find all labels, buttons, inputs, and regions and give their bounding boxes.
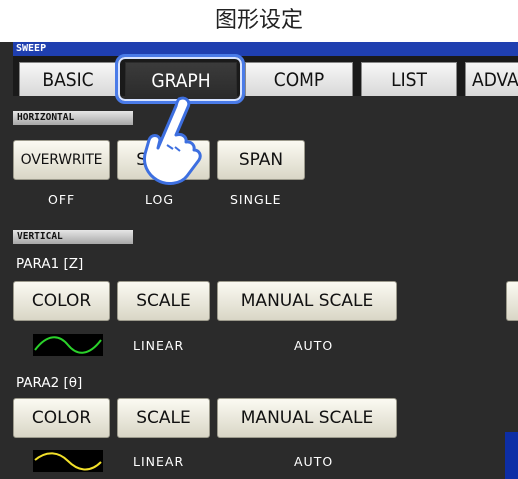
para2-manual-scale-button[interactable]: MANUAL SCALE: [217, 398, 397, 438]
tab-comp[interactable]: COMP: [245, 62, 353, 96]
tab-advanced[interactable]: ADVA: [465, 62, 518, 96]
para2-scale-button[interactable]: SCALE: [117, 398, 210, 438]
instrument-screen: 图形设定 SWEEP BASIC GRAPH COMP LIST ADVA HO…: [0, 0, 518, 479]
horizontal-section-label: HORIZONTAL: [13, 111, 133, 125]
para1-label: PARA1 [Z]: [16, 256, 84, 272]
para1-color-button[interactable]: COLOR: [13, 281, 110, 321]
overwrite-value: OFF: [48, 192, 76, 207]
para2-trace-color-swatch: [33, 450, 103, 472]
mode-label: SWEEP: [13, 42, 518, 56]
tab-list[interactable]: LIST: [361, 62, 457, 96]
para1-manual-scale-button[interactable]: MANUAL SCALE: [217, 281, 397, 321]
tab-basic[interactable]: BASIC: [19, 62, 117, 96]
para1-trace-color-swatch: [33, 334, 103, 356]
para2-color-button[interactable]: COLOR: [13, 398, 110, 438]
para2-label: PARA2 [θ]: [16, 375, 83, 391]
tap-hand-icon: [143, 96, 202, 185]
para1-manual-value: AUTO: [294, 338, 334, 353]
vertical-section-label: VERTICAL: [13, 230, 133, 244]
tab-bar: BASIC GRAPH COMP LIST ADVA: [13, 56, 518, 98]
horizontal-scale-value: LOG: [145, 192, 175, 207]
para1-scale-value: LINEAR: [133, 338, 185, 353]
para2-scale-value: LINEAR: [133, 454, 185, 469]
offscreen-blue-panel: [505, 432, 518, 479]
span-value: SINGLE: [230, 192, 282, 207]
page-caption: 图形设定: [0, 0, 518, 42]
para2-manual-value: AUTO: [294, 454, 334, 469]
span-button[interactable]: SPAN: [217, 140, 305, 180]
para1-scale-button[interactable]: SCALE: [117, 281, 210, 321]
overwrite-button[interactable]: OVERWRITE: [13, 140, 110, 180]
para1-offscreen-button[interactable]: [506, 281, 518, 321]
